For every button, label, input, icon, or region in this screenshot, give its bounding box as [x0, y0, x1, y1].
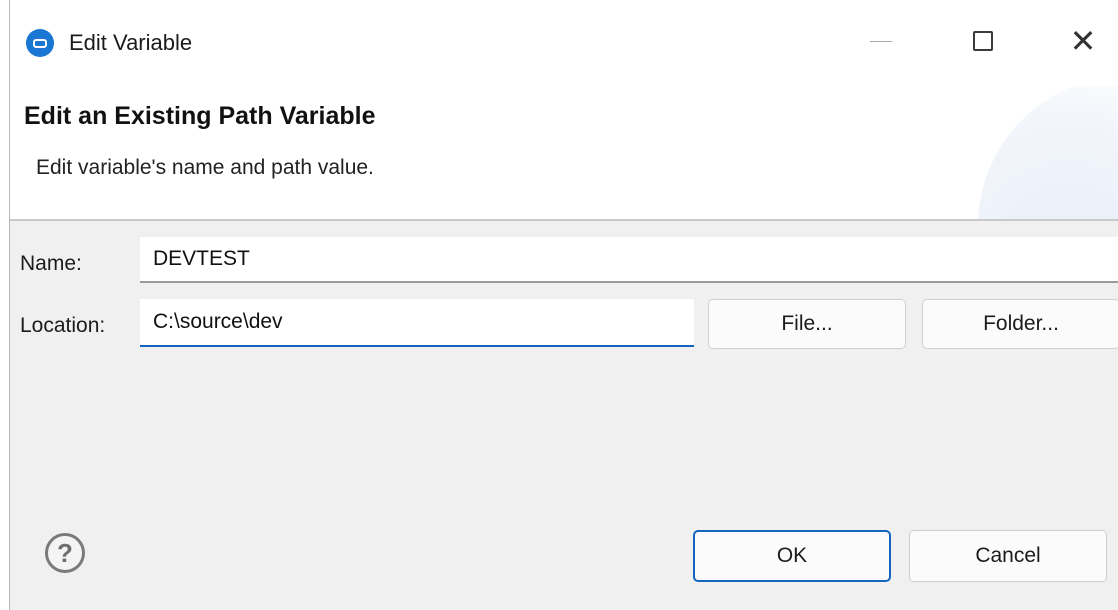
ok-button[interactable]: OK	[693, 530, 891, 582]
cancel-button[interactable]: Cancel	[909, 530, 1107, 582]
banner-title: Edit an Existing Path Variable	[24, 102, 376, 130]
name-input[interactable]: DEVTEST	[140, 237, 1118, 283]
minimize-button[interactable]	[853, 18, 909, 64]
title-bar[interactable]: Edit Variable ✕	[10, 0, 1118, 86]
edit-variable-dialog: Edit Variable ✕ Edit an Existing Path Va…	[9, 0, 1118, 610]
app-icon	[26, 29, 54, 57]
header-banner: Edit an Existing Path Variable Edit vari…	[10, 86, 1118, 221]
location-input[interactable]: C:\source\dev	[140, 299, 694, 347]
close-button[interactable]: ✕	[1055, 18, 1111, 64]
help-icon[interactable]: ?	[45, 533, 85, 573]
close-icon: ✕	[1069, 23, 1097, 59]
minimize-icon	[870, 40, 892, 42]
file-button[interactable]: File...	[708, 299, 906, 349]
location-label: Location:	[20, 314, 106, 337]
name-label: Name:	[20, 252, 82, 275]
maximize-icon	[973, 31, 993, 51]
banner-decoration	[978, 86, 1118, 219]
maximize-button[interactable]	[955, 18, 1011, 64]
window-title: Edit Variable	[69, 30, 193, 55]
banner-description: Edit variable's name and path value.	[36, 156, 374, 179]
folder-button[interactable]: Folder...	[922, 299, 1118, 349]
help-glyph: ?	[57, 537, 73, 568]
